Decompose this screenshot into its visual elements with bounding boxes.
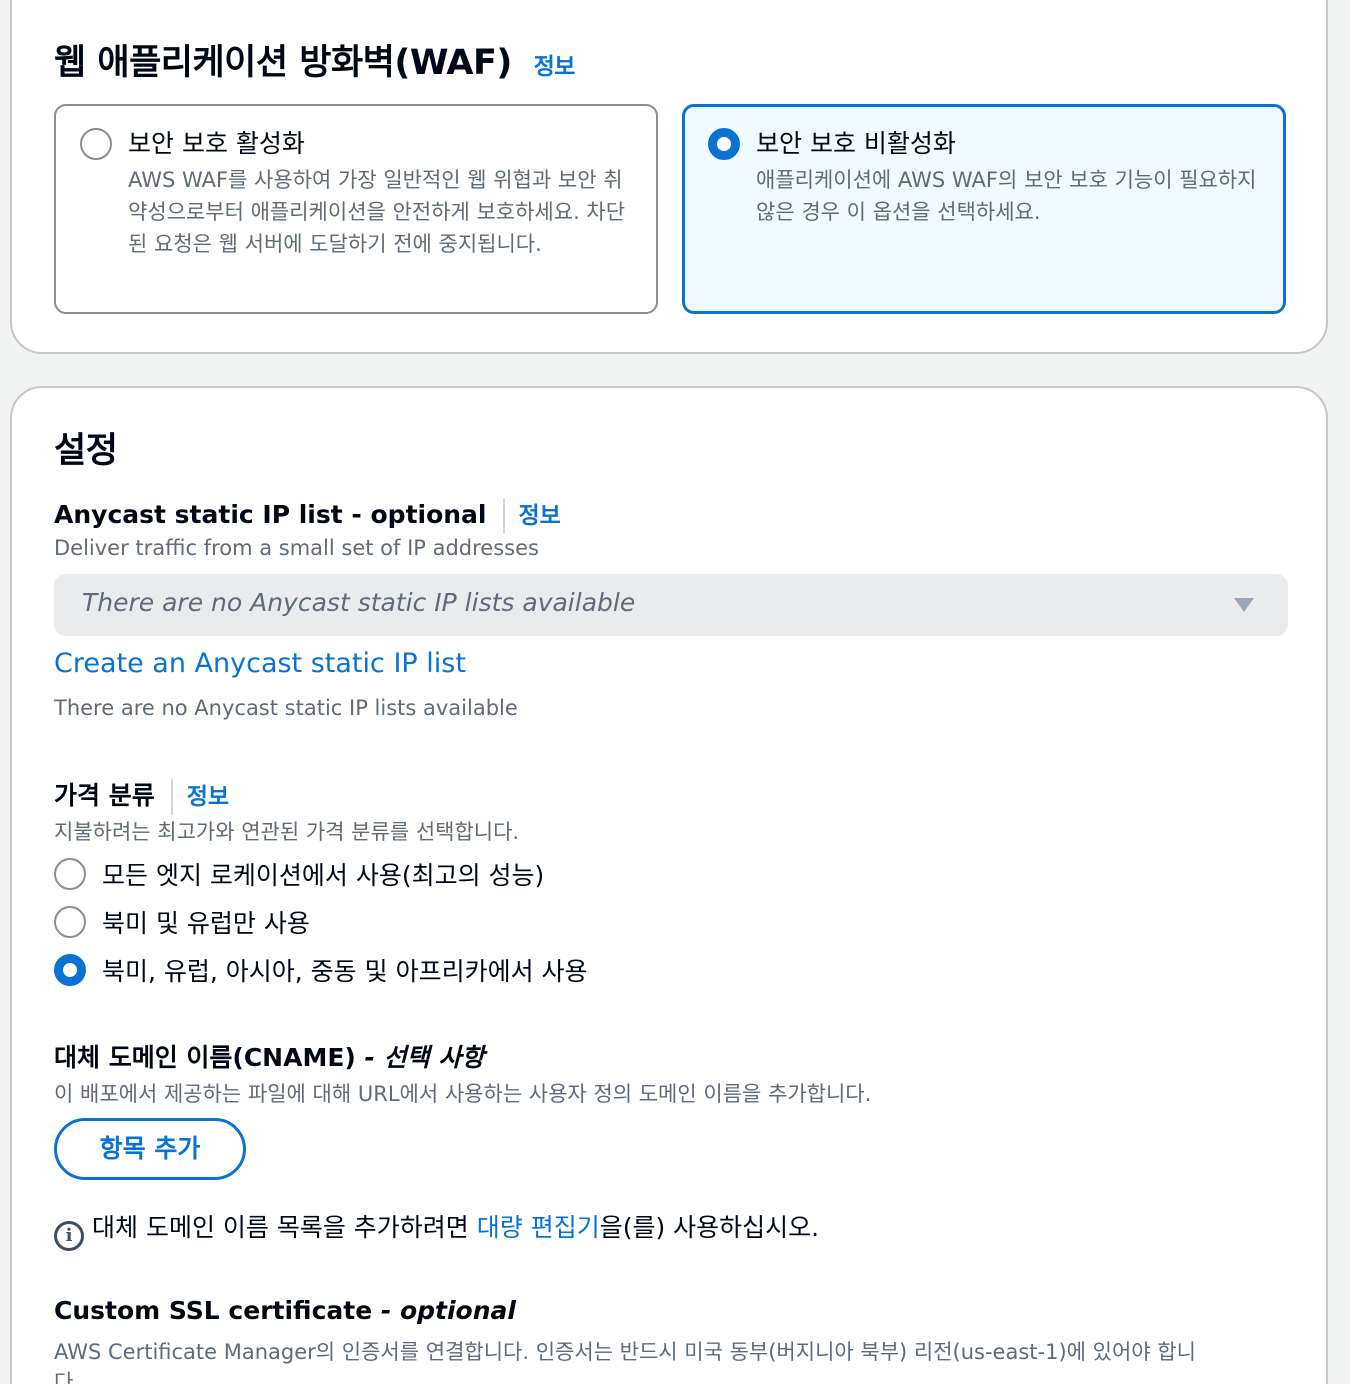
info-icon: i bbox=[54, 1221, 84, 1251]
waf-enable-radio[interactable] bbox=[80, 128, 112, 160]
label-divider bbox=[170, 779, 173, 815]
ssl-description-line2: 다. bbox=[54, 1370, 80, 1384]
anycast-label-row: Anycast static IP list - optional 정보 bbox=[54, 496, 561, 534]
ssl-label: Custom SSL certificate bbox=[54, 1296, 373, 1325]
label-divider bbox=[502, 498, 505, 534]
waf-option-enable-tile[interactable]: 보안 보호 활성화 AWS WAF를 사용하여 가장 일반적인 웹 위협과 보안… bbox=[54, 104, 658, 314]
price-class-label: 가격 분류 bbox=[54, 781, 155, 810]
anycast-select-placeholder: There are no Anycast static IP lists ava… bbox=[82, 588, 636, 617]
anycast-note: There are no Anycast static IP lists ava… bbox=[54, 696, 518, 720]
add-item-button[interactable]: 항목 추가 bbox=[54, 1118, 246, 1180]
settings-panel: 설정 Anycast static IP list - optional 정보 D… bbox=[10, 386, 1328, 1384]
ssl-label-row: Custom SSL certificate - optional bbox=[54, 1296, 516, 1325]
waf-heading: 웹 애플리케이션 방화벽(WAF) 정보 bbox=[54, 34, 575, 85]
waf-option-disable-tile[interactable]: 보안 보호 비활성화 애플리케이션에 AWS WAF의 보안 보호 기능이 필요… bbox=[682, 104, 1286, 314]
cname-label-row: 대체 도메인 이름(CNAME) - 선택 사항 bbox=[54, 1038, 484, 1074]
price-class-radio[interactable] bbox=[54, 906, 86, 938]
anycast-info-link[interactable]: 정보 bbox=[519, 503, 561, 529]
waf-disable-radio[interactable] bbox=[708, 128, 740, 160]
create-anycast-link[interactable]: Create an Anycast static IP list bbox=[54, 648, 466, 679]
waf-disable-title: 보안 보호 비활성화 bbox=[756, 129, 956, 158]
waf-title: 웹 애플리케이션 방화벽(WAF) bbox=[54, 43, 512, 83]
bulk-editor-link[interactable]: 대량 편집기 bbox=[477, 1213, 600, 1242]
price-class-info-link[interactable]: 정보 bbox=[187, 784, 229, 810]
anycast-select: There are no Anycast static IP lists ava… bbox=[54, 574, 1288, 636]
settings-title: 설정 bbox=[54, 431, 118, 471]
price-class-radio[interactable] bbox=[54, 858, 86, 890]
cname-hint: i 대체 도메인 이름 목록을 추가하려면 대량 편집기을(를) 사용하십시오. bbox=[54, 1208, 819, 1251]
ssl-description-line1: AWS Certificate Manager의 인증서를 연결합니다. 인증서… bbox=[54, 1340, 1196, 1364]
cname-optional: - 선택 사항 bbox=[355, 1043, 485, 1072]
waf-info-link[interactable]: 정보 bbox=[534, 54, 576, 80]
price-class-option-label: 북미, 유럽, 아시아, 중동 및 아프리카에서 사용 bbox=[102, 957, 588, 986]
price-class-option-label: 북미 및 유럽만 사용 bbox=[102, 909, 310, 938]
waf-disable-description: 애플리케이션에 AWS WAF의 보안 보호 기능이 필요하지 않은 경우 이 … bbox=[756, 168, 1257, 224]
cname-label: 대체 도메인 이름(CNAME) bbox=[54, 1043, 356, 1072]
cname-hint-before: 대체 도메인 이름 목록을 추가하려면 bbox=[92, 1213, 477, 1242]
anycast-label: Anycast static IP list - optional bbox=[54, 500, 487, 529]
waf-enable-description: AWS WAF를 사용하여 가장 일반적인 웹 위협과 보안 취약성으로부터 애… bbox=[128, 168, 626, 256]
cname-hint-after: 을(를) 사용하십시오. bbox=[599, 1213, 820, 1242]
price-class-option-label: 모든 엣지 로케이션에서 사용(최고의 성능) bbox=[102, 861, 545, 890]
cname-description: 이 배포에서 제공하는 파일에 대해 URL에서 사용하는 사용자 정의 도메인… bbox=[54, 1082, 872, 1106]
anycast-description: Deliver traffic from a small set of IP a… bbox=[54, 536, 539, 560]
price-class-label-row: 가격 분류 정보 bbox=[54, 776, 229, 815]
ssl-optional: - optional bbox=[372, 1296, 516, 1325]
caret-down-icon bbox=[1234, 598, 1254, 612]
price-class-description: 지불하려는 최고가와 연관된 가격 분류를 선택합니다. bbox=[54, 820, 520, 844]
waf-panel: 웹 애플리케이션 방화벽(WAF) 정보 보안 보호 활성화 AWS WAF를 … bbox=[10, 0, 1328, 354]
waf-enable-title: 보안 보호 활성화 bbox=[128, 129, 305, 158]
price-class-radio[interactable] bbox=[54, 954, 86, 986]
